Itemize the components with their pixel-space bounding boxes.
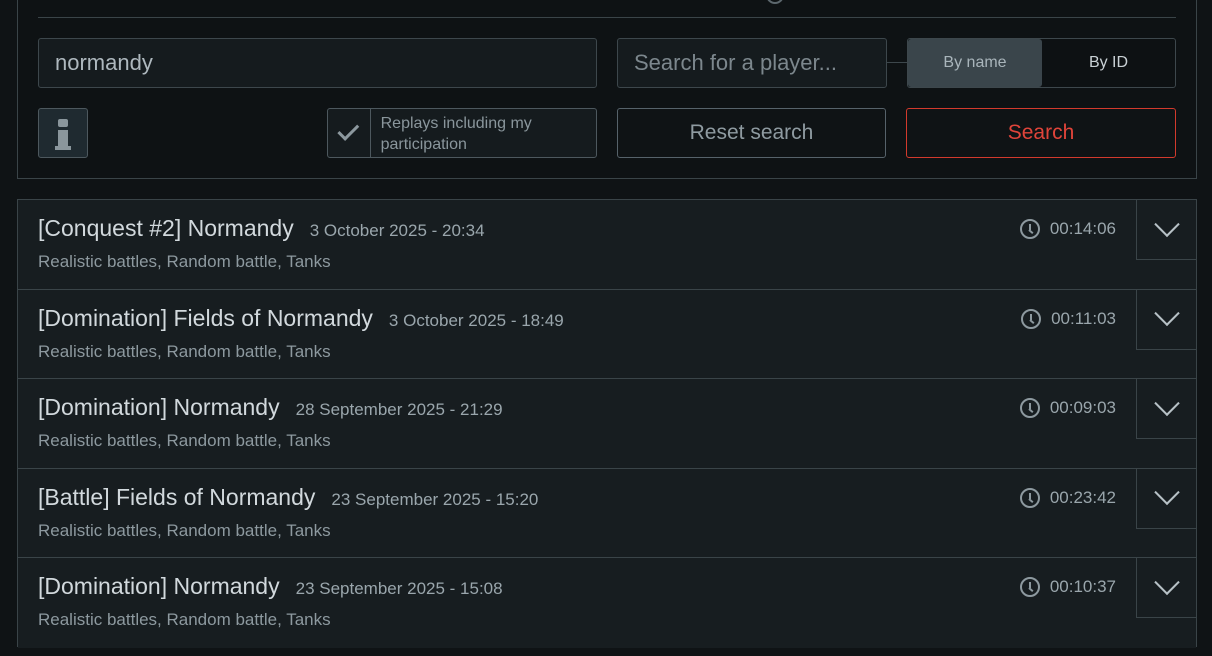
- participation-label: Replays including my participation: [380, 115, 532, 153]
- clock-icon: [1019, 487, 1040, 508]
- replay-row[interactable]: [Domination] Normandy 28 September 2025 -…: [18, 379, 1197, 469]
- chevron-down-icon: [1153, 390, 1180, 416]
- replay-title: [Battle] Fields of Normandy: [38, 483, 316, 510]
- chevron-down-icon: [1153, 569, 1180, 595]
- replay-meta: Realistic battles, Random battle, Tanks: [38, 520, 331, 540]
- replay-duration: 00:14:06: [1049, 219, 1116, 238]
- expand-button[interactable]: [1136, 289, 1197, 350]
- replay-date: 23 September 2025 - 15:20: [331, 489, 539, 509]
- reset-search-button[interactable]: Reset search: [617, 108, 886, 158]
- toggle-by-id[interactable]: By ID: [1042, 39, 1175, 87]
- chevron-down-icon: [1153, 479, 1180, 506]
- replay-title: [Domination] Fields of Normandy: [38, 304, 373, 331]
- connector-line: [887, 62, 908, 63]
- clock-icon: [1019, 398, 1040, 419]
- replay-row[interactable]: [Domination] Normandy 23 September 2025 -…: [18, 558, 1197, 648]
- clock-icon: [1021, 308, 1042, 329]
- replay-duration: 00:23:42: [1049, 487, 1116, 507]
- replay-row[interactable]: [Battle] Fields of Normandy 23 September …: [18, 468, 1197, 559]
- clock-icon: [1019, 577, 1040, 598]
- divider: [38, 17, 1176, 18]
- chevron-down-icon: [1153, 211, 1180, 237]
- player-search-input[interactable]: [617, 38, 887, 88]
- chevron-down-icon: [1153, 300, 1180, 327]
- replay-title: [Conquest #2] Normandy: [38, 215, 294, 241]
- search-mode-toggle: By name By ID: [907, 38, 1176, 88]
- replay-row[interactable]: [Conquest #2] Normandy 3 October 2025 - 2…: [18, 199, 1197, 290]
- expand-button[interactable]: [1136, 379, 1197, 440]
- replay-meta: Realistic battles, Random battle, Tanks: [38, 610, 331, 630]
- clock-icon: [1019, 219, 1040, 239]
- replay-meta: Realistic battles, Random battle, Tanks: [38, 431, 331, 451]
- replay-row[interactable]: [Domination] Fields of Normandy 3 October…: [18, 289, 1197, 380]
- expand-button[interactable]: [1136, 199, 1197, 260]
- replay-date: 28 September 2025 - 21:29: [295, 400, 503, 420]
- expand-button[interactable]: [1136, 468, 1197, 529]
- expand-button[interactable]: [1136, 558, 1197, 619]
- replay-duration: 00:09:03: [1049, 398, 1116, 418]
- checkmark-icon: [337, 118, 360, 141]
- replay-meta: Realistic battles, Random battle, Tanks: [38, 341, 331, 361]
- info-icon: [58, 118, 68, 127]
- replay-duration: 00:10:37: [1049, 577, 1116, 597]
- search-query-input[interactable]: [38, 38, 597, 88]
- search-button[interactable]: Search: [906, 108, 1176, 158]
- info-button[interactable]: [38, 108, 88, 158]
- replay-date: 23 September 2025 - 15:08: [295, 579, 503, 599]
- replay-title: [Domination] Normandy: [38, 394, 280, 421]
- replay-list: [Conquest #2] Normandy 3 October 2025 - 2…: [17, 199, 1197, 648]
- replay-duration: 00:11:03: [1051, 308, 1116, 328]
- participation-checkbox[interactable]: Replays including my participation: [327, 108, 597, 158]
- checkbox-box[interactable]: [328, 109, 371, 157]
- toggle-by-name[interactable]: By name: [908, 39, 1042, 87]
- replay-title: [Domination] Normandy: [38, 573, 280, 600]
- replay-date: 3 October 2025 - 20:34: [309, 221, 485, 240]
- replay-meta: Realistic battles, Random battle, Tanks: [38, 252, 331, 271]
- replay-date: 3 October 2025 - 18:49: [388, 310, 564, 330]
